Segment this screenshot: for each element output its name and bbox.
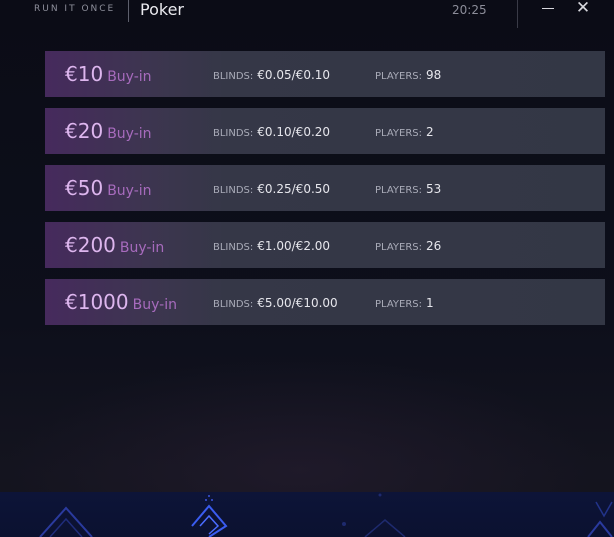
players-value: 98: [426, 68, 442, 82]
players-value: 1: [426, 296, 434, 310]
close-button[interactable]: ✕: [571, 0, 595, 18]
brand-logo-text: RUN IT ONCE: [34, 4, 116, 14]
buyin: €20 Buy-in: [65, 108, 152, 154]
buyin-amount: €10: [65, 62, 104, 86]
app-title: Poker: [140, 0, 184, 19]
buyin-label: Buy-in: [107, 69, 152, 85]
title-divider: [128, 0, 129, 22]
buyin-amount: €50: [65, 176, 104, 200]
table-row[interactable]: €1000 Buy-in BLINDS: €5.00/€10.00 PLAYERS:…: [45, 279, 605, 325]
buyin-amount: €20: [65, 119, 104, 143]
players: PLAYERS: 1: [375, 279, 434, 325]
blinds-label: BLINDS:: [213, 185, 254, 196]
players-label: PLAYERS:: [375, 185, 422, 196]
buyin: €10 Buy-in: [65, 51, 152, 97]
players: PLAYERS: 98: [375, 51, 441, 97]
blinds-value: €1.00/€2.00: [257, 239, 331, 253]
players-label: PLAYERS:: [375, 128, 422, 139]
players-label: PLAYERS:: [375, 299, 422, 310]
clock: 20:25: [452, 3, 487, 17]
bottom-decoration: [0, 492, 614, 537]
buyin-amount: €200: [65, 233, 116, 257]
players-value: 2: [426, 125, 434, 139]
players-label: PLAYERS:: [375, 242, 422, 253]
blinds-label: BLINDS:: [213, 71, 254, 82]
players-value: 53: [426, 182, 442, 196]
diamond-pattern-icon: [39, 493, 613, 537]
blinds-label: BLINDS:: [213, 128, 254, 139]
buyin: €200 Buy-in: [65, 222, 164, 268]
buyin: €50 Buy-in: [65, 165, 152, 211]
buyin-label: Buy-in: [132, 297, 177, 313]
blinds-value: €0.25/€0.50: [257, 182, 331, 196]
buyin-label: Buy-in: [107, 183, 152, 199]
buyin-label: Buy-in: [119, 240, 165, 256]
buyin-label: Buy-in: [107, 126, 152, 142]
table-list: €10 Buy-in BLINDS: €0.05/€0.10 PLAYERS: 98 …: [45, 51, 605, 336]
window-controls-divider: [517, 0, 518, 28]
poker-lobby-window: RUN IT ONCE Poker 20:25 ✕ €10 Buy-in BLIN…: [0, 0, 614, 537]
blinds-value: €0.10/€0.20: [257, 125, 331, 139]
blinds-label: BLINDS:: [213, 299, 254, 310]
blinds-value: €5.00/€10.00: [257, 296, 338, 310]
table-row[interactable]: €10 Buy-in BLINDS: €0.05/€0.10 PLAYERS: 98: [45, 51, 605, 97]
table-row[interactable]: €50 Buy-in BLINDS: €0.25/€0.50 PLAYERS: 53: [45, 165, 605, 211]
table-row[interactable]: €200 Buy-in BLINDS: €1.00/€2.00 PLAYERS: 26: [45, 222, 605, 268]
blinds: BLINDS: €0.25/€0.50: [213, 165, 330, 211]
players: PLAYERS: 2: [375, 108, 434, 154]
players-value: 26: [426, 239, 442, 253]
minimize-button[interactable]: [536, 0, 560, 18]
blinds: BLINDS: €0.05/€0.10: [213, 51, 330, 97]
blinds-label: BLINDS:: [213, 242, 254, 253]
table-row[interactable]: €20 Buy-in BLINDS: €0.10/€0.20 PLAYERS: 2: [45, 108, 605, 154]
blinds: BLINDS: €5.00/€10.00: [213, 279, 338, 325]
players: PLAYERS: 53: [375, 165, 441, 211]
minimize-icon: [542, 8, 554, 9]
buyin: €1000 Buy-in: [65, 279, 177, 325]
players-label: PLAYERS:: [375, 71, 422, 82]
buyin-amount: €1000: [65, 290, 129, 314]
blinds: BLINDS: €1.00/€2.00: [213, 222, 330, 268]
close-icon: ✕: [575, 0, 591, 18]
blinds: BLINDS: €0.10/€0.20: [213, 108, 330, 154]
players: PLAYERS: 26: [375, 222, 441, 268]
blinds-value: €0.05/€0.10: [257, 68, 331, 82]
title-bar: RUN IT ONCE Poker 20:25 ✕: [0, 0, 614, 28]
